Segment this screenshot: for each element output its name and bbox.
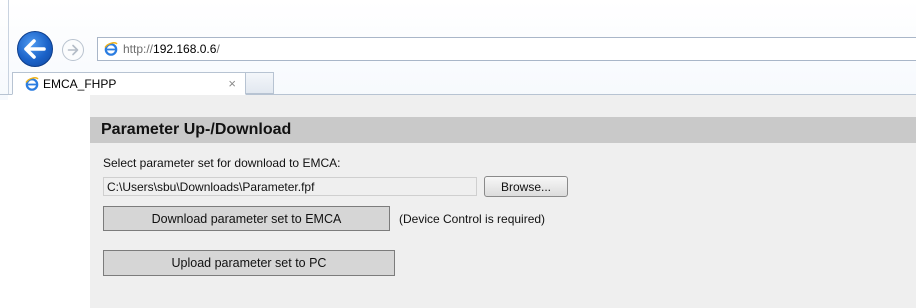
parameter-panel: Parameter Up-/Download Select parameter …: [90, 95, 916, 308]
address-host: 192.168.0.6: [153, 42, 217, 56]
address-text[interactable]: http://192.168.0.6/: [123, 42, 220, 56]
forward-arrow-icon: [67, 44, 79, 56]
address-bar[interactable]: http://192.168.0.6/: [97, 37, 916, 61]
address-path: /: [216, 42, 220, 56]
select-parameter-label: Select parameter set for download to EMC…: [103, 156, 341, 170]
back-arrow-icon: [24, 39, 46, 59]
back-button[interactable]: [17, 31, 53, 67]
forward-button[interactable]: [62, 39, 84, 61]
tab-strip: EMCA_FHPP ×: [0, 72, 916, 95]
device-control-note: (Device Control is required): [399, 212, 546, 226]
ie-page-icon: [25, 76, 39, 91]
download-parameter-button[interactable]: Download parameter set to EMCA: [103, 206, 390, 231]
address-scheme: http://: [123, 42, 154, 56]
tab-label: EMCA_FHPP: [43, 76, 117, 91]
upload-parameter-button[interactable]: Upload parameter set to PC: [103, 250, 395, 276]
file-path-field[interactable]: C:\Users\sbu\Downloads\Parameter.fpf: [103, 177, 477, 196]
tab-emca-fhpp[interactable]: EMCA_FHPP ×: [12, 72, 246, 95]
browse-button[interactable]: Browse...: [484, 176, 568, 197]
close-icon[interactable]: ×: [228, 76, 236, 91]
page-content: Parameter Up-/Download Select parameter …: [8, 95, 916, 308]
new-tab-button[interactable]: [246, 72, 274, 94]
panel-header: Parameter Up-/Download: [90, 117, 916, 143]
panel-title: Parameter Up-/Download: [101, 121, 292, 138]
ie-page-icon: [104, 42, 118, 56]
